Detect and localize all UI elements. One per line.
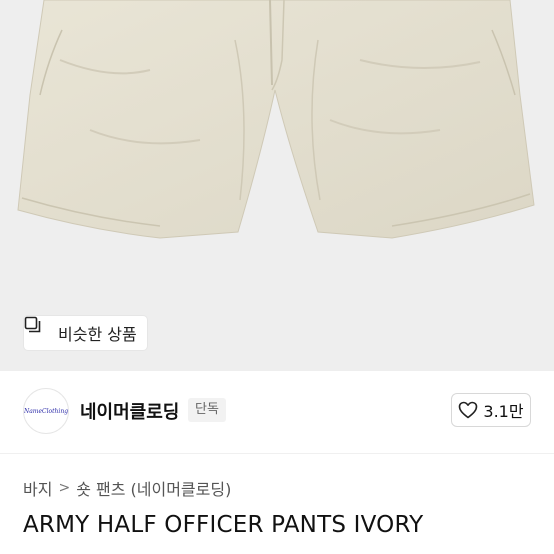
shop-logo-text: NameClothing	[23, 407, 69, 415]
seller-bar: NameClothing 네이머클로딩 단독 3.1만	[0, 371, 554, 454]
breadcrumb: 바지 > 숏 팬츠 (네이머클로딩)	[23, 476, 231, 500]
like-count: 3.1만	[483, 402, 524, 421]
breadcrumb-item[interactable]: 숏 팬츠 (네이머클로딩)	[76, 476, 231, 500]
product-image[interactable]: 비슷한 상품	[0, 0, 554, 371]
heart-icon	[459, 401, 478, 419]
chevron-right-icon: >	[58, 480, 71, 496]
similar-products-button[interactable]: 비슷한 상품	[24, 316, 147, 350]
product-title: ARMY HALF OFFICER PANTS IVORY	[23, 512, 424, 538]
shop-name[interactable]: 네이머클로딩	[80, 398, 179, 424]
like-button[interactable]: 3.1만	[451, 393, 531, 427]
exclusive-badge: 단독	[188, 398, 226, 422]
similar-products-icon	[24, 316, 52, 342]
shop-logo[interactable]: NameClothing	[23, 388, 69, 434]
similar-products-label: 비슷한 상품	[58, 325, 137, 344]
breadcrumb-item[interactable]: 바지	[23, 476, 52, 500]
